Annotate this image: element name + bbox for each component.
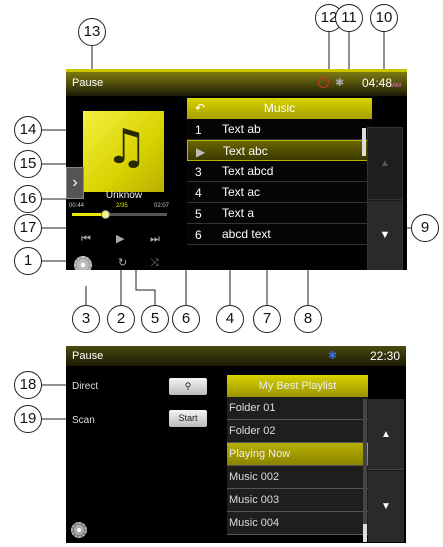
item-number: 5 — [195, 207, 202, 221]
arrow-down-icon: ▼ — [381, 501, 391, 512]
scroll-up-button[interactable]: ▲ — [368, 128, 402, 200]
callout-3: 3 — [72, 305, 100, 333]
next-track-icon[interactable]: ⏭ — [150, 232, 160, 246]
scan-label: Scan — [72, 415, 95, 426]
list-item[interactable]: Folder 01 — [227, 397, 368, 420]
callout-11: 11 — [335, 4, 363, 32]
track-count: 2/35 — [116, 203, 128, 209]
clock: 04:48AM — [361, 76, 401, 90]
status-bar: Pause ✱ 04:48AM — [66, 72, 407, 96]
album-art: ♫ — [83, 111, 164, 192]
previous-track-icon[interactable]: ⏮ — [81, 232, 91, 246]
item-number: 4 — [195, 186, 202, 200]
callout-10: 10 — [370, 4, 398, 32]
list-title: Music — [263, 101, 296, 115]
sync-icon — [318, 77, 329, 88]
scrollbar-track[interactable] — [363, 399, 367, 542]
scrollbar-thumb[interactable] — [363, 524, 367, 542]
seek-bar[interactable] — [72, 210, 167, 219]
callout-17: 17 — [14, 214, 42, 242]
item-title: abcd text — [222, 227, 271, 241]
item-number: 6 — [195, 228, 202, 242]
callout-18: 18 — [14, 371, 42, 399]
gear-icon[interactable] — [74, 256, 92, 270]
list-header: ↶ Music — [187, 98, 372, 119]
item-title: Text ac — [222, 185, 261, 199]
list-item[interactable]: Music 004 — [227, 512, 368, 535]
status-bar: Pause ✱ 22:30 — [66, 346, 406, 366]
callout-8: 8 — [294, 305, 322, 333]
scan-start-button[interactable]: Start — [169, 410, 207, 427]
repeat-icon[interactable]: ↻ — [118, 256, 127, 269]
music-list: ↶ Music 1 Text ab ▶ Text abc 3 Text abcd 4 T… — [187, 98, 372, 245]
arrow-down-icon: ▼ — [379, 229, 391, 241]
list-item[interactable]: 3 Text abcd — [187, 161, 372, 182]
direct-search-button[interactable]: ⚲ — [169, 378, 207, 395]
playlist-header: My Best Playlist — [227, 375, 368, 397]
callout-7: 7 — [253, 305, 281, 333]
playlist-screen: Pause ✱ 22:30 Direct ⚲ Scan Start My Bes… — [66, 346, 406, 543]
chevron-right-icon: › — [72, 174, 78, 191]
arrow-up-icon: ▲ — [380, 158, 390, 169]
shuffle-icon[interactable]: ⤨ — [150, 256, 159, 270]
callout-9: 9 — [411, 214, 439, 242]
arrow-up-icon: ▲ — [381, 429, 391, 440]
clock: 22:30 — [369, 349, 400, 363]
list-item[interactable]: Folder 02 — [227, 420, 368, 443]
list-item[interactable]: Music 002 — [227, 466, 368, 489]
scroll-controls: ▲ ▼ — [362, 127, 403, 270]
seek-bar-fill — [72, 213, 106, 216]
list-item[interactable]: 1 Text ab — [187, 119, 372, 140]
list-item[interactable]: 5 Text a — [187, 203, 372, 224]
callout-6: 6 — [172, 305, 200, 333]
music-note-icon: ♫ — [105, 119, 149, 175]
gear-icon[interactable] — [71, 522, 87, 538]
scroll-up-button[interactable]: ▲ — [368, 399, 404, 470]
scroll-down-button[interactable]: ▼ — [368, 471, 404, 542]
play-icon[interactable]: ▶ — [116, 232, 124, 245]
scroll-down-button[interactable]: ▼ — [368, 201, 402, 270]
list-item[interactable]: 6 abcd text — [187, 224, 372, 245]
direct-label: Direct — [72, 381, 99, 392]
item-title: Text abc — [223, 144, 268, 158]
bluetooth-icon: ✱ — [328, 350, 338, 362]
item-title: Text abcd — [222, 164, 274, 178]
item-title: Text ab — [222, 122, 261, 136]
search-icon: ⚲ — [184, 381, 192, 391]
list-item-selected[interactable]: Playing Now — [227, 443, 368, 466]
music-player-screen: Pause ✱ 04:48AM ♫ › Unknow 00:44 2/35 02… — [66, 69, 407, 270]
list-item[interactable]: 4 Text ac — [187, 182, 372, 203]
track-title: Unknow — [105, 190, 143, 201]
scroll-controls: ▲ ▼ — [363, 399, 404, 542]
list-item-selected[interactable]: ▶ Text abc — [187, 140, 372, 161]
item-number: 1 — [195, 123, 202, 137]
callout-15: 15 — [14, 150, 42, 178]
elapsed-time: 00:44 — [69, 203, 85, 209]
playlist: My Best Playlist Folder 01 Folder 02 Pla… — [227, 375, 368, 535]
scrollbar-thumb[interactable] — [362, 128, 366, 156]
playing-indicator-icon: ▶ — [196, 145, 206, 159]
callout-16: 16 — [14, 185, 42, 213]
item-title: Text a — [222, 206, 255, 220]
bluetooth-icon: ✱ — [335, 77, 345, 89]
item-number: 3 — [195, 165, 202, 179]
callout-2: 2 — [107, 305, 135, 333]
playback-status: Pause — [72, 77, 104, 89]
callout-5: 5 — [141, 305, 169, 333]
callout-1: 1 — [14, 247, 42, 275]
callout-14: 14 — [14, 116, 42, 144]
callout-4: 4 — [216, 305, 244, 333]
side-menu-button[interactable]: › — [66, 167, 84, 199]
list-item[interactable]: Music 003 — [227, 489, 368, 512]
back-arrow-icon[interactable]: ↶ — [195, 98, 205, 119]
callout-13: 13 — [78, 18, 106, 46]
playback-status: Pause — [72, 350, 104, 362]
total-time: 02:07 — [154, 203, 170, 209]
seek-bar-knob[interactable] — [101, 210, 111, 219]
callout-19: 19 — [14, 405, 42, 433]
